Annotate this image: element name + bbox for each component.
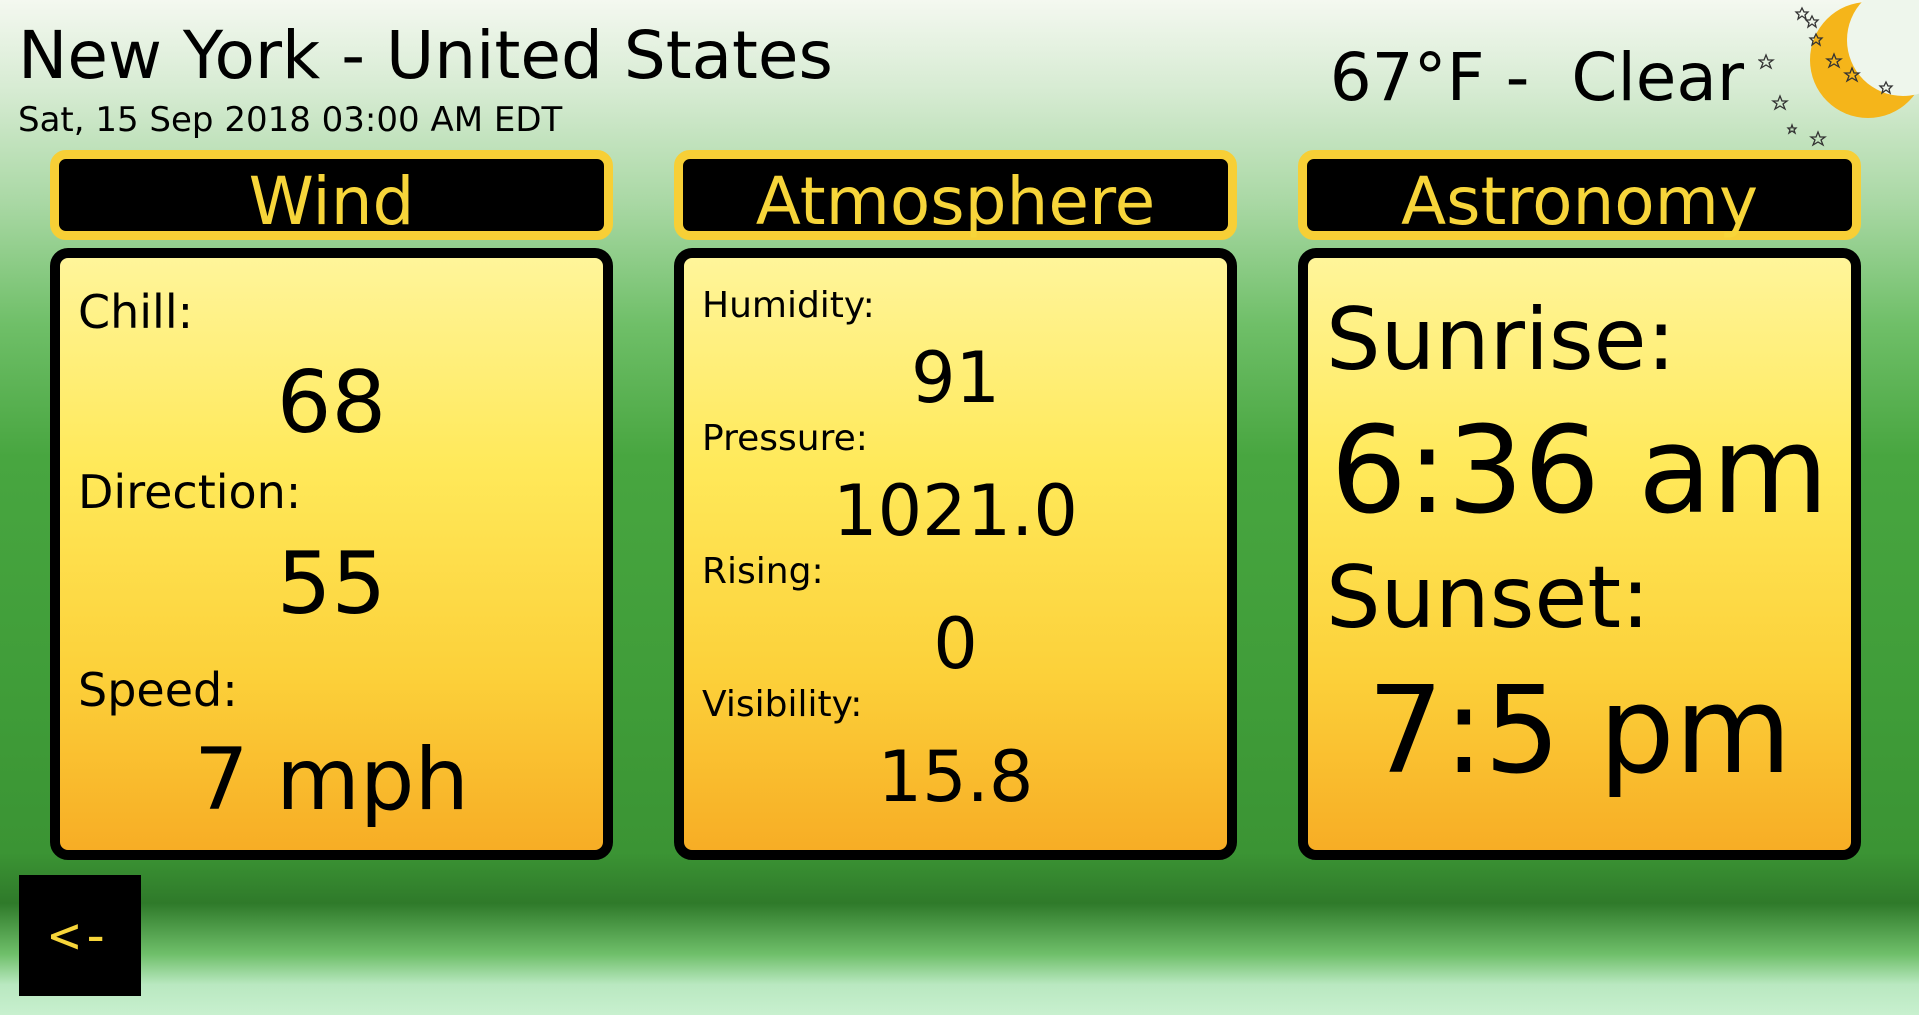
sunrise-label: Sunrise:: [1326, 290, 1676, 390]
pressure-label: Pressure:: [702, 418, 868, 459]
back-button[interactable]: <-: [19, 875, 141, 996]
wind-panel: Chill: 68 Direction: 55 Speed: 7 mph: [50, 248, 613, 860]
atmosphere-panel-title: Atmosphere: [755, 163, 1156, 240]
sunrise-value: 6:36 am: [1330, 402, 1829, 541]
pressure-value: 1021.0: [833, 470, 1078, 552]
back-arrow-label: <-: [48, 905, 112, 966]
wind-direction-label: Direction:: [78, 465, 302, 519]
wind-direction-value: 55: [276, 534, 387, 634]
location-title: New York - United States: [18, 17, 833, 94]
wind-panel-header: Wind: [50, 150, 613, 240]
wind-speed-value: 7 mph: [194, 730, 469, 830]
sunset-value: 7:5 pm: [1367, 662, 1792, 801]
atmosphere-panel-header: Atmosphere: [674, 150, 1237, 240]
sunset-label: Sunset:: [1326, 548, 1651, 648]
observation-datetime: Sat, 15 Sep 2018 03:00 AM EDT: [18, 100, 563, 140]
wind-chill-value: 68: [276, 353, 387, 453]
humidity-value: 91: [910, 337, 1001, 419]
humidity-label: Humidity:: [702, 285, 875, 326]
visibility-label: Visibility:: [702, 684, 863, 725]
rising-label: Rising:: [702, 551, 824, 592]
astronomy-panel-header: Astronomy: [1298, 150, 1861, 240]
astronomy-panel: Sunrise: 6:36 am Sunset: 7:5 pm: [1298, 248, 1861, 860]
crescent-moon-stars-icon: [1758, 0, 1919, 147]
wind-chill-label: Chill:: [78, 285, 194, 339]
atmosphere-panel: Humidity: 91 Pressure: 1021.0 Rising: 0 …: [674, 248, 1237, 860]
wind-speed-label: Speed:: [78, 663, 238, 717]
current-condition: 67°F - Clear: [1329, 39, 1744, 116]
visibility-value: 15.8: [877, 736, 1034, 818]
wind-panel-title: Wind: [248, 163, 415, 240]
rising-value: 0: [933, 603, 978, 685]
astronomy-panel-title: Astronomy: [1400, 163, 1759, 240]
